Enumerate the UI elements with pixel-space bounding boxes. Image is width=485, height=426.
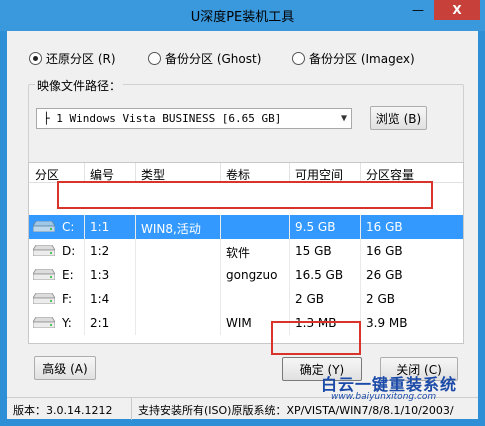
table-header: 分区 编号 类型 卷标 可用空间 分区容量 (29, 163, 463, 183)
cell-label: 软件 (226, 246, 251, 260)
cell-label: WIM (226, 316, 252, 330)
cell-drive: F: (62, 292, 73, 306)
advanced-button[interactable]: 高级 (A) (34, 356, 96, 380)
cell-drive: C: (62, 220, 75, 234)
radio-backup-ghost[interactable]: 备份分区 (Ghost) (148, 50, 261, 67)
hard-drive-icon (33, 293, 55, 304)
column-divider (289, 163, 290, 183)
main-panel: 还原分区 (R) 备份分区 (Ghost) 备份分区 (Imagex) 映像文件… (7, 31, 478, 419)
status-divider (131, 398, 132, 420)
hard-drive-icon (33, 317, 55, 328)
cell-size: 2 GB (366, 292, 395, 306)
table-row[interactable]: F: 1:4 2 GB 2 GB (29, 287, 463, 311)
close-window-button[interactable]: X (434, 0, 480, 20)
radio-backup-imagex[interactable]: 备份分区 (Imagex) (292, 50, 415, 67)
radio-label-ghost: 备份分区 (Ghost) (165, 52, 262, 66)
column-divider (84, 163, 85, 183)
column-divider (84, 215, 85, 335)
radio-dot-icon[interactable] (148, 52, 161, 65)
column-divider (135, 215, 136, 335)
image-path-legend: 映像文件路径： (35, 77, 124, 94)
browse-button[interactable]: 浏览 (B) (370, 106, 427, 130)
table-row[interactable]: C: 1:1 WIN8,活动 9.5 GB 16 GB (29, 215, 463, 239)
column-divider (360, 163, 361, 183)
radio-dot-icon[interactable] (29, 52, 42, 65)
watermark-url: www.baiyunxitong.com (331, 392, 437, 402)
cell-free: 9.5 GB (295, 220, 336, 234)
cell-index: 1:1 (90, 220, 110, 234)
cell-label: gongzuo (226, 268, 278, 282)
column-divider (220, 163, 221, 183)
table-row[interactable]: E: 1:3 gongzuo 16.5 GB 26 GB (29, 263, 463, 287)
hard-drive-icon (33, 221, 55, 232)
image-path-select[interactable]: ├ 1 Windows Vista BUSINESS [6.65 GB] ▼ (36, 108, 352, 129)
chevron-down-icon[interactable]: ▼ (341, 109, 347, 128)
cell-index: 1:2 (90, 244, 110, 258)
table-row[interactable]: Y: 2:1 WIM 1.3 MB 3.9 MB (29, 311, 463, 335)
hard-drive-icon (33, 245, 55, 256)
radio-label-imagex: 备份分区 (Imagex) (309, 52, 415, 66)
cell-size: 3.9 MB (366, 316, 408, 330)
radio-restore-partition[interactable]: 还原分区 (R) (29, 50, 116, 67)
cell-size: 26 GB (366, 268, 403, 282)
title-bar[interactable]: U深度PE装机工具 — X (0, 0, 485, 31)
column-divider (220, 215, 221, 335)
cell-free: 15 GB (295, 244, 332, 258)
cell-index: 1:3 (90, 268, 110, 282)
column-header-partition[interactable]: 分区 (35, 166, 59, 183)
minimize-button[interactable]: — (405, 0, 431, 20)
cell-size: 16 GB (366, 244, 403, 258)
cell-size: 16 GB (366, 220, 403, 234)
cell-free: 2 GB (295, 292, 324, 306)
table-row[interactable]: D: 1:2 软件 15 GB 16 GB (29, 239, 463, 263)
hard-drive-icon (33, 269, 55, 280)
cell-free: 16.5 GB (295, 268, 344, 282)
supported-systems-text: 支持安装所有(ISO)原版系统：XP/VISTA/WIN7/8/8.1/10/2… (138, 404, 454, 417)
column-divider (135, 163, 136, 183)
version-text: 版本：3.0.14.1212 (13, 404, 113, 417)
radio-dot-icon[interactable] (292, 52, 305, 65)
cell-drive: Y: (62, 316, 72, 330)
cell-index: 2:1 (90, 316, 110, 330)
radio-label-restore: 还原分区 (R) (46, 52, 116, 66)
cell-index: 1:4 (90, 292, 110, 306)
image-path-value: ├ 1 Windows Vista BUSINESS [6.65 GB] (43, 112, 282, 125)
cell-type: WIN8,活动 (141, 222, 201, 236)
ok-button-annotation (271, 321, 361, 355)
selected-row-annotation (57, 181, 433, 209)
app-window: U深度PE装机工具 — X 还原分区 (R) 备份分区 (Ghost) 备份分区… (0, 0, 485, 426)
column-divider (289, 215, 290, 335)
column-divider (360, 215, 361, 335)
cell-drive: D: (62, 244, 76, 258)
cell-drive: E: (62, 268, 74, 282)
